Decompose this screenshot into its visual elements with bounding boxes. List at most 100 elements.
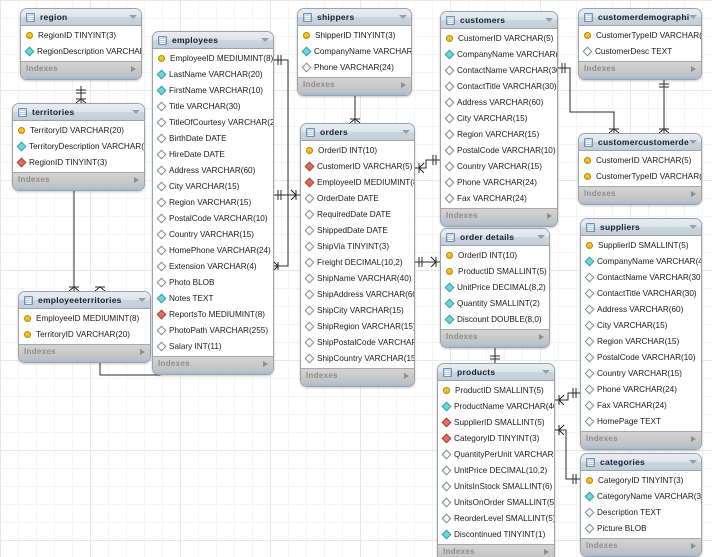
column-row[interactable]: Description TEXT [581, 504, 701, 520]
table-header[interactable]: orders [301, 124, 414, 141]
column-row[interactable]: ProductName VARCHAR(40) [438, 398, 554, 414]
expand-arrow-icon[interactable] [134, 177, 139, 183]
column-row[interactable]: Fax VARCHAR(24) [581, 397, 701, 413]
column-row[interactable]: ReportsTo MEDIUMINT(8) [153, 306, 273, 322]
table-header[interactable]: territories [13, 104, 144, 121]
column-row[interactable]: Region VARCHAR(15) [581, 333, 701, 349]
chevron-down-icon[interactable] [689, 225, 697, 229]
column-row[interactable]: TitleOfCourtesy VARCHAR(25) [153, 114, 273, 130]
column-row[interactable]: Extension VARCHAR(4) [153, 258, 273, 274]
column-row[interactable]: CustomerID VARCHAR(5) [441, 30, 557, 46]
expand-arrow-icon[interactable] [691, 66, 696, 72]
chevron-down-icon[interactable] [689, 140, 697, 144]
table-categories[interactable]: categoriesCategoryID TINYINT(3)CategoryN… [580, 453, 702, 557]
column-row[interactable]: Title VARCHAR(30) [153, 98, 273, 114]
expand-arrow-icon[interactable] [547, 213, 552, 219]
table-header[interactable]: categories [581, 454, 701, 471]
column-row[interactable]: SupplierID SMALLINT(5) [438, 414, 554, 430]
column-row[interactable]: UnitsInStock SMALLINT(6) [438, 478, 554, 494]
table-header[interactable]: customercustomerdemo [579, 134, 701, 151]
table-header[interactable]: employees [153, 32, 273, 49]
column-row[interactable]: Picture BLOB [581, 520, 701, 536]
column-row[interactable]: Salary INT(11) [153, 338, 273, 354]
chevron-down-icon[interactable] [542, 370, 550, 374]
table-header[interactable]: order details [441, 229, 549, 246]
table-territories[interactable]: territoriesTerritoryID VARCHAR(20)Territ… [12, 103, 145, 191]
column-row[interactable]: HireDate DATE [153, 146, 273, 162]
column-row[interactable]: Country VARCHAR(15) [441, 158, 557, 174]
indexes-section[interactable]: Indexes [441, 208, 557, 222]
table-customers[interactable]: customersCustomerID VARCHAR(5)CompanyNam… [440, 11, 558, 227]
column-row[interactable]: City VARCHAR(15) [581, 317, 701, 333]
column-row[interactable]: ProductID SMALLINT(5) [441, 263, 549, 279]
expand-arrow-icon[interactable] [691, 436, 696, 442]
expand-arrow-icon[interactable] [140, 349, 145, 355]
indexes-section[interactable]: Indexes [579, 61, 701, 75]
column-row[interactable]: TerritoryID VARCHAR(20) [13, 122, 144, 138]
column-row[interactable]: LastName VARCHAR(20) [153, 66, 273, 82]
indexes-section[interactable]: Indexes [298, 77, 411, 91]
chevron-down-icon[interactable] [399, 15, 407, 19]
expand-arrow-icon[interactable] [263, 361, 268, 367]
column-row[interactable]: Discontinued TINYINT(1) [438, 526, 554, 542]
column-row[interactable]: OrderID INT(10) [441, 247, 549, 263]
column-row[interactable]: Notes TEXT [153, 290, 273, 306]
chevron-down-icon[interactable] [132, 110, 140, 114]
column-row[interactable]: RegionID TINYINT(3) [21, 27, 141, 43]
column-row[interactable]: PostalCode VARCHAR(10) [581, 349, 701, 365]
column-row[interactable]: CompanyName VARCHAR(40) [298, 43, 411, 59]
column-row[interactable]: HomePage TEXT [581, 413, 701, 429]
column-row[interactable]: RegionDescription VARCHAR(50) [21, 43, 141, 59]
column-row[interactable]: FirstName VARCHAR(10) [153, 82, 273, 98]
column-row[interactable]: PhotoPath VARCHAR(255) [153, 322, 273, 338]
column-row[interactable]: ContactTitle VARCHAR(30) [441, 78, 557, 94]
chevron-down-icon[interactable] [545, 18, 553, 22]
column-row[interactable]: UnitPrice DECIMAL(8,2) [441, 279, 549, 295]
expand-arrow-icon[interactable] [131, 66, 136, 72]
column-row[interactable]: Address VARCHAR(60) [581, 301, 701, 317]
table-header[interactable]: customerdemographics [579, 9, 701, 26]
column-row[interactable]: CustomerID VARCHAR(5) [301, 158, 414, 174]
chevron-down-icon[interactable] [402, 130, 410, 134]
column-row[interactable]: ContactName VARCHAR(30) [441, 62, 557, 78]
expand-arrow-icon[interactable] [691, 543, 696, 549]
column-row[interactable]: PostalCode VARCHAR(10) [153, 210, 273, 226]
indexes-section[interactable]: Indexes [441, 329, 549, 343]
column-row[interactable]: CustomerTypeID VARCHAR(10) [579, 27, 701, 43]
chevron-down-icon[interactable] [689, 460, 697, 464]
table-order-details[interactable]: order detailsOrderID INT(10)ProductID SM… [440, 228, 550, 348]
column-row[interactable]: Freight DECIMAL(10,2) [301, 254, 414, 270]
column-row[interactable]: ReorderLevel SMALLINT(5) [438, 510, 554, 526]
column-row[interactable]: ContactName VARCHAR(30) [581, 269, 701, 285]
chevron-down-icon[interactable] [129, 15, 137, 19]
column-row[interactable]: Phone VARCHAR(24) [298, 59, 411, 75]
chevron-down-icon[interactable] [138, 298, 146, 302]
column-row[interactable]: Address VARCHAR(60) [441, 94, 557, 110]
chevron-down-icon[interactable] [689, 15, 697, 19]
table-header[interactable]: region [21, 9, 141, 26]
column-row[interactable]: TerritoryDescription VARCHAR(50) [13, 138, 144, 154]
table-header[interactable]: suppliers [581, 219, 701, 236]
expand-arrow-icon[interactable] [404, 373, 409, 379]
indexes-section[interactable]: Indexes [13, 172, 144, 186]
column-row[interactable]: ShipName VARCHAR(40) [301, 270, 414, 286]
column-row[interactable]: RequiredDate DATE [301, 206, 414, 222]
table-suppliers[interactable]: suppliersSupplierID SMALLINT(5)CompanyNa… [580, 218, 702, 450]
column-row[interactable]: Region VARCHAR(15) [441, 126, 557, 142]
table-orders[interactable]: ordersOrderID INT(10)CustomerID VARCHAR(… [300, 123, 415, 387]
column-row[interactable]: ContactTitle VARCHAR(30) [581, 285, 701, 301]
column-row[interactable]: EmployeeID MEDIUMINT(8) [19, 310, 150, 326]
indexes-section[interactable]: Indexes [579, 186, 701, 200]
column-row[interactable]: ShipVia TINYINT(3) [301, 238, 414, 254]
column-row[interactable]: PostalCode VARCHAR(10) [441, 142, 557, 158]
column-row[interactable]: ShippedDate DATE [301, 222, 414, 238]
column-row[interactable]: RegionID TINYINT(3) [13, 154, 144, 170]
column-row[interactable]: CustomerDesc TEXT [579, 43, 701, 59]
column-row[interactable]: TerritoryID VARCHAR(20) [19, 326, 150, 342]
column-row[interactable]: ShipRegion VARCHAR(15) [301, 318, 414, 334]
table-customerdemographics[interactable]: customerdemographicsCustomerTypeID VARCH… [578, 8, 702, 80]
column-row[interactable]: SupplierID SMALLINT(5) [581, 237, 701, 253]
column-row[interactable]: Country VARCHAR(15) [581, 365, 701, 381]
column-row[interactable]: Phone VARCHAR(24) [581, 381, 701, 397]
column-row[interactable]: UnitPrice DECIMAL(10,2) [438, 462, 554, 478]
